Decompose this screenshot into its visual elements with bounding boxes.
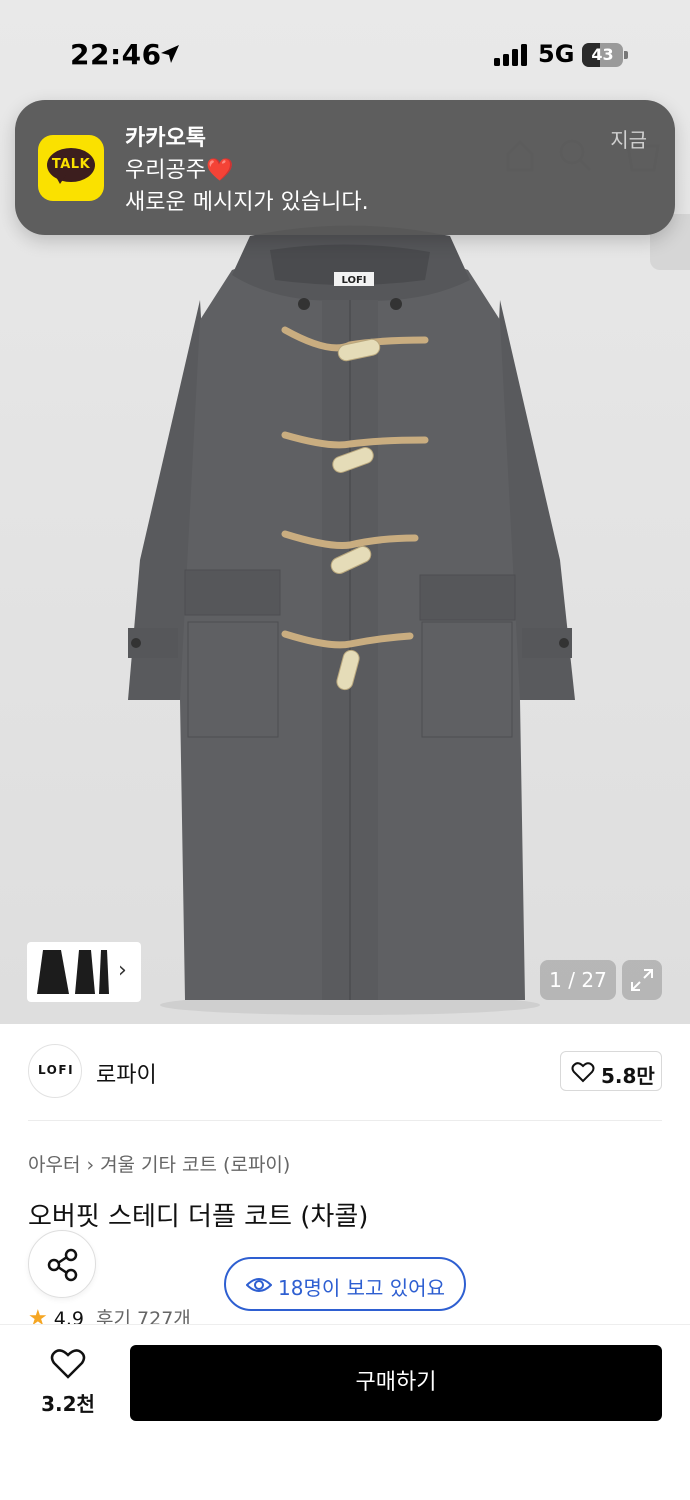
eye-icon — [246, 1278, 272, 1292]
breadcrumb-separator: › — [86, 1154, 95, 1176]
battery-percent: 43 — [591, 45, 614, 64]
image-page-counter: 1 / 27 — [540, 960, 616, 1000]
breadcrumb-item-category[interactable]: 겨울 기타 코트 (로파이) — [100, 1154, 290, 1176]
expand-image-button[interactable] — [622, 960, 662, 1000]
breadcrumb: 아우터 › 겨울 기타 코트 (로파이) — [28, 1150, 290, 1177]
share-icon — [47, 1248, 78, 1282]
brand-logo-text: LOFI — [37, 1063, 75, 1077]
buy-button[interactable]: 구매하기 — [130, 1345, 662, 1421]
cellular-signal-icon — [494, 44, 527, 66]
brand-name[interactable]: 로파이 — [96, 1057, 157, 1089]
kakaotalk-app-icon: TALK — [38, 135, 104, 201]
location-arrow-icon — [161, 45, 179, 63]
notification-app-name: 카카오톡 — [125, 126, 206, 151]
notification-title: 우리공주❤️ — [125, 152, 233, 184]
push-notification[interactable]: TALK 카카오톡 지금 우리공주❤️ 새로운 메시지가 있습니다. — [15, 100, 675, 235]
product-page: LOFI 22:46 5G 43 TALK 카카오톡 지금 우리공주❤️ 새로운… — [0, 0, 690, 1500]
wishlist-count: 3.2천 — [41, 1392, 95, 1416]
coat-label-text: LOFI — [341, 275, 366, 286]
viewers-text: 18명이 보고 있어요 — [278, 1276, 445, 1300]
network-type: 5G — [538, 40, 575, 68]
status-time: 22:46 — [70, 38, 162, 71]
expand-icon — [631, 969, 653, 991]
thumbnail-next-chevron[interactable]: › — [118, 958, 127, 983]
notification-body: 새로운 메시지가 있습니다. — [125, 190, 369, 215]
wishlist-button[interactable]: 3.2천 — [28, 1340, 108, 1416]
brand-like-count: 5.8만 — [601, 1064, 655, 1088]
heart-outline-icon — [571, 1062, 595, 1083]
kakaotalk-icon-text: TALK — [51, 157, 91, 172]
status-bar: 22:46 5G 43 — [0, 0, 690, 110]
brand-like-button[interactable]: 5.8만 — [560, 1051, 662, 1091]
heart-emoji: ❤️ — [205, 158, 234, 183]
battery-icon: 43 — [582, 43, 628, 67]
product-title: 오버핏 스테디 더플 코트 (차콜) — [28, 1202, 369, 1232]
heart-icon — [50, 1349, 86, 1379]
viewers-badge: 18명이 보고 있어요 — [224, 1257, 466, 1311]
share-button[interactable] — [28, 1230, 96, 1298]
section-divider — [28, 1120, 662, 1121]
thumbnail-coats-image — [37, 950, 109, 994]
brand-logo[interactable]: LOFI — [28, 1044, 82, 1098]
notification-sender: 우리공주 — [125, 158, 206, 183]
notification-time: 지금 — [610, 128, 647, 152]
breadcrumb-item-outer[interactable]: 아우터 — [28, 1154, 80, 1176]
